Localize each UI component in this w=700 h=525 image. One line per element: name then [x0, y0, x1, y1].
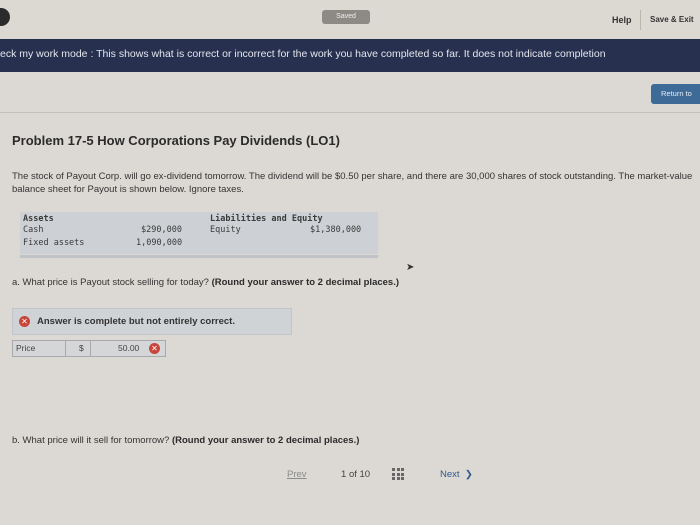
question-a-instruction: (Round your answer to 2 decimal places.) [211, 277, 400, 288]
save-exit-button[interactable]: Save & Exit [650, 15, 694, 24]
close-circle-icon[interactable] [0, 8, 10, 26]
fixed-assets-label: Fixed assets [23, 238, 85, 248]
table-bottom-border [20, 255, 378, 258]
cash-label: Cash [23, 225, 44, 235]
answer-status-text: Answer is complete but not entirely corr… [37, 316, 235, 327]
chevron-right-icon: ❯ [462, 469, 473, 480]
problem-description: The stock of Payout Corp. will go ex-div… [12, 171, 693, 195]
question-a-text: a. What price is Payout stock selling fo… [12, 277, 212, 288]
page-indicator: 1 of 10 [341, 469, 370, 480]
grid-icon[interactable] [392, 468, 404, 480]
question-b: b. What price will it sell for tomorrow?… [12, 435, 359, 446]
top-bar: Saved Help Save & Exit [0, 0, 700, 38]
balance-sheet-table: Assets Liabilities and Equity Cash $290,… [20, 212, 378, 254]
problem-title: Problem 17-5 How Corporations Pay Divide… [12, 133, 340, 148]
price-answer-row: Price $ 50.00 ✕ [12, 340, 166, 357]
main-content: Return to Problem 17-5 How Corporations … [0, 72, 700, 525]
question-a: a. What price is Payout stock selling fo… [12, 277, 399, 288]
equity-value: $1,380,000 [310, 225, 362, 235]
mouse-pointer-icon: ➤ [406, 262, 415, 273]
page-of: of [348, 469, 357, 480]
x-circle-icon: ✕ [149, 343, 160, 354]
return-button[interactable]: Return to [651, 84, 700, 104]
price-label: Price [16, 343, 36, 353]
fixed-assets-value: 1,090,000 [136, 238, 183, 248]
cash-value: $290,000 [141, 225, 182, 235]
pagination: Prev 1 of 10 Next ❯ [0, 467, 700, 487]
section-divider [0, 112, 700, 113]
next-button[interactable]: Next ❯ [440, 469, 473, 480]
prev-button[interactable]: Prev [287, 469, 307, 480]
total-pages: 10 [359, 469, 371, 480]
assets-header: Assets [23, 214, 54, 224]
question-b-text: b. What price will it sell for tomorrow? [12, 435, 172, 446]
price-input[interactable]: 50.00 [118, 343, 139, 353]
cell-divider [90, 341, 91, 356]
cell-divider [65, 341, 66, 356]
check-mode-banner: eck my work mode : This shows what is co… [0, 39, 700, 72]
current-page: 1 [341, 469, 347, 480]
liabilities-header: Liabilities and Equity [210, 214, 323, 224]
next-label: Next [440, 469, 460, 480]
header-divider [640, 10, 641, 30]
answer-status-box: ✕ Answer is complete but not entirely co… [12, 308, 292, 335]
currency-symbol: $ [79, 343, 84, 353]
help-link[interactable]: Help [612, 15, 632, 25]
equity-label: Equity [210, 225, 241, 235]
saved-badge: Saved [322, 10, 370, 24]
question-b-instruction: (Round your answer to 2 decimal places.) [171, 435, 360, 446]
x-circle-icon: ✕ [19, 316, 30, 327]
